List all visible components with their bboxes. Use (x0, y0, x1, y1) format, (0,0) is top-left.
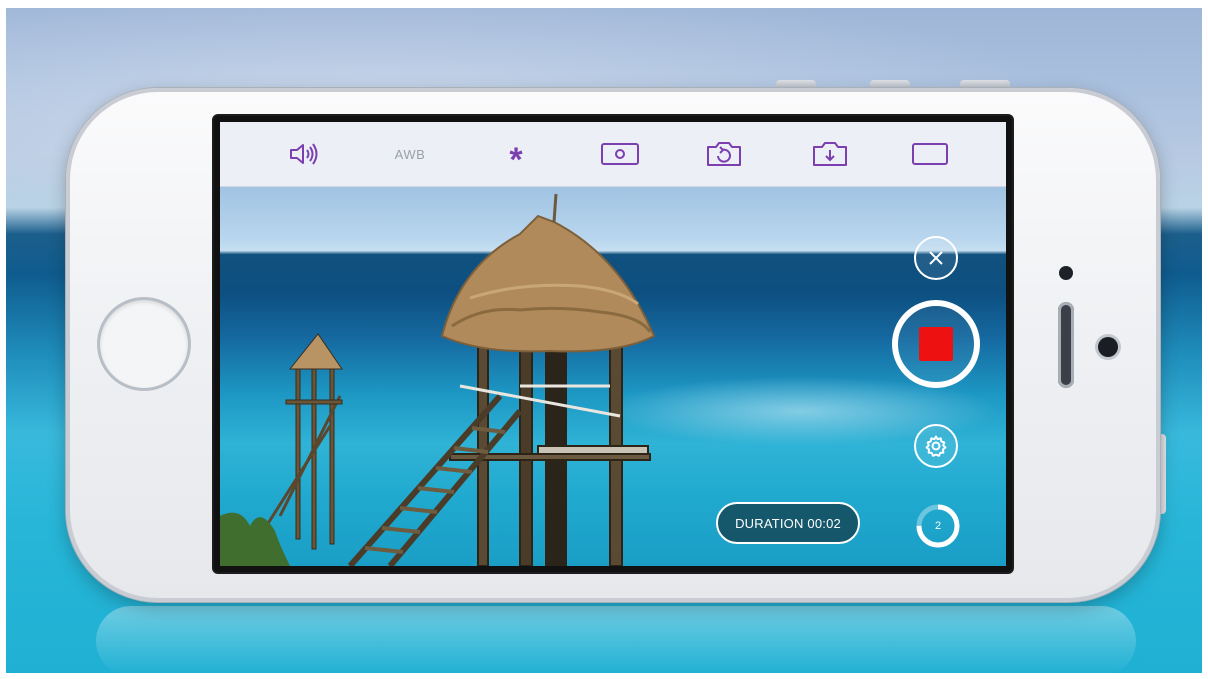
close-icon (929, 251, 943, 265)
camera-viewfinder (220, 186, 1006, 566)
volume-down-button (960, 80, 1010, 88)
record-stop-button[interactable] (892, 300, 980, 388)
phone-reflection (96, 606, 1136, 673)
camera-mode-icon (601, 143, 639, 165)
gear-icon (925, 435, 947, 457)
exposure-mode-button[interactable] (598, 140, 642, 168)
home-button[interactable] (100, 300, 188, 388)
speaker-volume-icon (290, 143, 318, 165)
earpiece-speaker (1058, 302, 1074, 388)
volume-up-button (870, 80, 910, 88)
download-icon (813, 142, 847, 166)
awb-button[interactable]: AWB (388, 140, 432, 168)
aspect-ratio-button[interactable] (908, 140, 952, 168)
switch-camera-button[interactable] (702, 140, 746, 168)
thatched-roof (440, 214, 656, 353)
foliage (220, 512, 290, 566)
focus-asterisk-button[interactable]: * (494, 140, 538, 177)
timer-count: 2 (934, 520, 942, 532)
rotate-camera-icon (707, 142, 741, 166)
camera-toolbar: AWB * (220, 122, 1006, 187)
settings-button[interactable] (914, 424, 958, 468)
frame-icon (912, 143, 948, 165)
big-hut-structure (347, 335, 651, 566)
save-to-roll-button[interactable] (808, 140, 852, 168)
palapa-hut-image (220, 193, 656, 566)
duration-readout: DURATION 00:02 (716, 502, 860, 544)
front-camera (1059, 266, 1073, 280)
sound-toggle-button[interactable] (282, 140, 326, 168)
phone-screen: AWB * DURATION 00:02 2 (214, 116, 1012, 572)
timer-progress-ring: 2 (914, 502, 962, 550)
mute-switch (776, 80, 816, 88)
close-button[interactable] (914, 236, 958, 280)
proximity-sensor (1098, 337, 1118, 357)
stop-square-icon (919, 327, 953, 361)
small-hut (258, 333, 343, 550)
